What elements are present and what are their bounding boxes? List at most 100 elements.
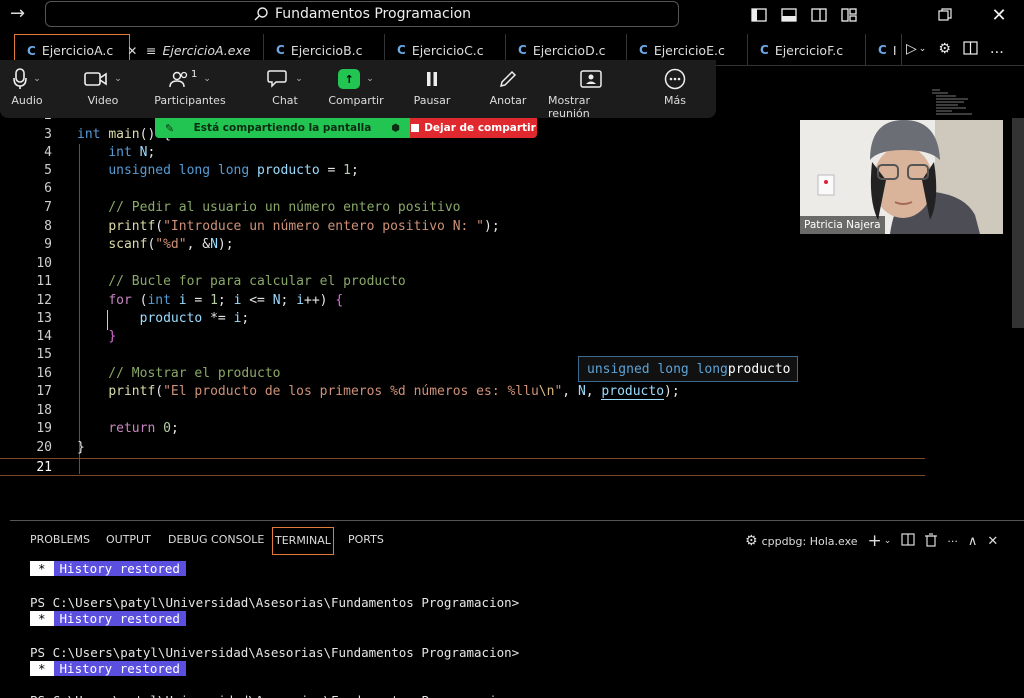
chevron-down-icon[interactable]: ⌄ [884, 536, 892, 546]
restore-window-icon[interactable] [930, 4, 960, 26]
close-window-icon[interactable]: ✕ [984, 4, 1014, 26]
stop-sharing-button[interactable]: Dejar de compartir [410, 118, 537, 138]
tab-ejerciciof-c[interactable]: C EjercicioF.c [748, 34, 866, 66]
audio-label: Audio [11, 94, 43, 107]
command-center-search[interactable]: Fundamentos Programacion [45, 1, 679, 27]
split-editor-icon[interactable] [963, 41, 978, 59]
code-line: 8 printf("Introduce un número entero pos… [0, 218, 925, 236]
code-line: 10 [0, 255, 925, 273]
close-panel-icon[interactable]: ✕ [987, 534, 998, 549]
tab-ports[interactable]: PORTS [348, 533, 384, 546]
bottom-panel: PROBLEMS OUTPUT DEBUG CONSOLE TERMINAL P… [10, 520, 1024, 698]
history-message: History restored [53, 661, 186, 676]
pause-icon [427, 72, 437, 86]
title-bar: → Fundamentos Programacion ✕ [0, 0, 1024, 30]
tab-label: I [892, 42, 897, 58]
participants-button[interactable]: 1 ⌄ Participantes [150, 64, 230, 108]
more-actions-icon[interactable]: … [990, 41, 1004, 59]
gear-icon[interactable]: ⚙ [938, 41, 951, 59]
tab-label: EjercicioC.c [411, 42, 484, 58]
show-meeting-button[interactable]: Mostrar reunión [548, 64, 634, 120]
c-file-icon: C [276, 43, 285, 57]
line-number: 13 [36, 311, 52, 326]
line-number: 11 [36, 274, 52, 289]
hover-identifier: producto [727, 361, 791, 377]
shield-icon: ⬢ [391, 122, 400, 134]
show-meeting-label: Mostrar reunión [548, 94, 591, 120]
code-text: int N; [108, 145, 156, 160]
line-number: 15 [36, 347, 52, 362]
toggle-primary-sidebar-icon[interactable] [744, 4, 774, 26]
code-text: printf("Introduce un número entero posit… [108, 219, 500, 234]
pause-label: Pausar [413, 94, 451, 107]
customize-layout-icon[interactable] [834, 4, 864, 26]
tab-overflow[interactable]: C I [866, 34, 902, 66]
line-number: 21 [36, 460, 52, 475]
share-button[interactable]: ↑ ⌄ Compartir [328, 64, 384, 107]
annotate-label: Anotar [489, 94, 527, 107]
tab-debug-console[interactable]: DEBUG CONSOLE [168, 533, 264, 546]
split-terminal-icon[interactable] [901, 533, 915, 549]
chevron-down-icon[interactable]: ⌄ [33, 74, 41, 84]
code-line: 18 [0, 402, 925, 420]
code-text: } [108, 329, 117, 344]
tab-label: EjercicioE.c [653, 42, 725, 58]
video-button[interactable]: ⌄ Video [78, 64, 128, 107]
chevron-down-icon[interactable]: ⌄ [203, 74, 211, 84]
toggle-panel-icon[interactable] [774, 4, 804, 26]
line-number: 19 [36, 421, 52, 436]
tab-problems[interactable]: PROBLEMS [30, 533, 90, 546]
show-meeting-icon [580, 70, 602, 88]
sharing-status-banner[interactable]: ✎ Está compartiendo la pantalla ⬢ [155, 118, 410, 138]
pause-button[interactable]: Pausar [412, 64, 452, 107]
minimap[interactable] [928, 88, 1008, 118]
editor-scrollbar[interactable] [1012, 118, 1024, 328]
participant-video: Patricia Najera [800, 120, 1003, 234]
more-actions-icon[interactable]: ··· [947, 535, 958, 548]
line-number: 18 [36, 403, 52, 418]
code-line: 5 unsigned long long producto = 1; [0, 162, 925, 180]
tab-label: EjercicioA.c [41, 43, 114, 58]
line-number: 9 [44, 237, 52, 252]
run-icon[interactable]: ▷ [906, 41, 917, 59]
code-line: 20} [0, 439, 925, 457]
audio-button[interactable]: ⌄ Audio [2, 64, 52, 107]
participants-icon [169, 71, 188, 88]
annotate-button[interactable]: Anotar [487, 64, 529, 107]
c-file-icon: C [518, 43, 527, 57]
tab-terminal[interactable]: TERMINAL [272, 527, 334, 555]
tab-output[interactable]: OUTPUT [106, 533, 151, 546]
history-star: * [30, 661, 54, 676]
history-message: History restored [53, 611, 186, 626]
line-number: 3 [44, 127, 52, 142]
chevron-down-icon[interactable]: ⌄ [295, 74, 303, 84]
zoom-meeting-toolbar: ⌄ Audio ⌄ Video 1 ⌄ Participantes ⌄ Chat … [0, 60, 716, 120]
line-number: 20 [36, 440, 52, 455]
line-number: 17 [36, 384, 52, 399]
participants-label: Participantes [154, 94, 226, 107]
microphone-icon [13, 68, 28, 89]
code-text: scanf("%d", &N); [108, 237, 234, 252]
more-button[interactable]: Más [660, 64, 690, 107]
chevron-down-icon[interactable]: ⌄ [114, 74, 122, 84]
search-icon [254, 7, 268, 21]
maximize-panel-icon[interactable]: ∧ [968, 534, 978, 549]
toggle-secondary-sidebar-icon[interactable] [804, 4, 834, 26]
chat-icon [267, 70, 287, 88]
code-text: // Bucle for para calcular el producto [77, 274, 406, 289]
trash-icon[interactable] [925, 532, 938, 550]
video-label: Video [87, 94, 119, 107]
code-line: 6 [0, 180, 925, 198]
chevron-down-icon[interactable]: ⌄ [366, 74, 374, 84]
more-icon [664, 68, 686, 90]
back-arrow-icon[interactable]: → [10, 3, 25, 24]
pin-icon: ✎ [165, 121, 175, 135]
run-dropdown-chevron-icon[interactable]: ⌄ [919, 44, 927, 59]
chat-button[interactable]: ⌄ Chat [260, 64, 310, 107]
current-code-line: 21 [0, 458, 925, 476]
terminal-name[interactable]: cppdbg: Hola.exe [762, 535, 858, 548]
code-line: 11 // Bucle for para calcular el product… [0, 273, 925, 291]
new-terminal-icon[interactable]: + [868, 531, 882, 551]
code-line: 4 int N; [0, 144, 925, 162]
participants-count: 1 [191, 68, 198, 80]
